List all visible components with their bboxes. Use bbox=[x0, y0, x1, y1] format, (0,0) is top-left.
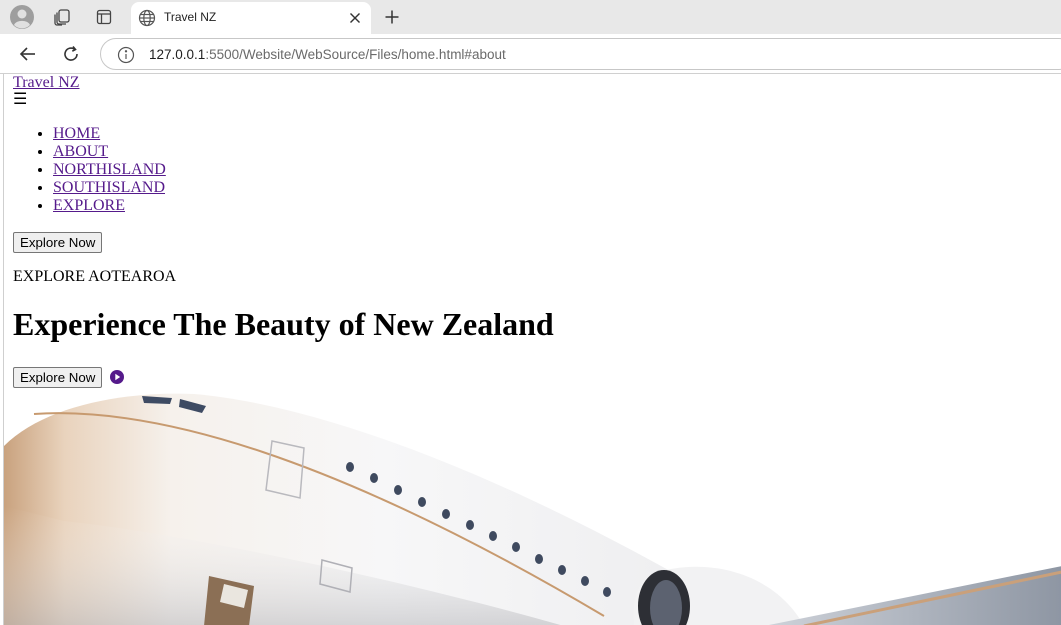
nav-item-southisland: SOUTHISLAND bbox=[53, 179, 166, 197]
nav-link-southisland[interactable]: SOUTHISLAND bbox=[53, 179, 165, 196]
play-video-link[interactable] bbox=[109, 369, 125, 385]
hero-explore-now-button[interactable]: Explore Now bbox=[13, 367, 103, 388]
browser-tab-active[interactable]: Travel NZ bbox=[131, 2, 371, 34]
nav-link-northisland[interactable]: NORTHISLAND bbox=[53, 161, 166, 178]
globe-icon bbox=[138, 9, 156, 27]
nav-item-home: HOME bbox=[53, 125, 166, 143]
collections-button[interactable] bbox=[48, 4, 76, 30]
menu-toggle-icon[interactable]: ☰ bbox=[13, 91, 27, 109]
back-button[interactable] bbox=[14, 40, 42, 68]
browser-toolbar: 127.0.0.1:5500/Website/WebSource/Files/h… bbox=[0, 34, 1061, 74]
nav-explore-now-button[interactable]: Explore Now bbox=[13, 232, 103, 253]
profile-icon bbox=[10, 5, 34, 29]
vertical-tabs-button[interactable] bbox=[90, 4, 118, 30]
url-host: 127.0.0.1 bbox=[149, 47, 206, 62]
nav-item-explore: EXPLORE bbox=[53, 197, 166, 215]
tab-title: Travel NZ bbox=[164, 10, 217, 24]
refresh-icon bbox=[64, 45, 78, 61]
vertical-tabs-icon bbox=[96, 9, 112, 25]
main-nav: HOME ABOUT NORTHISLAND SOUTHISLAND EXPLO… bbox=[13, 125, 166, 215]
hero-airplane-image bbox=[4, 393, 1061, 625]
info-icon[interactable] bbox=[117, 46, 135, 64]
refresh-button[interactable] bbox=[57, 40, 85, 68]
hero-title: Experience The Beauty of New Zealand bbox=[13, 306, 554, 342]
url-text[interactable]: 127.0.0.1:5500/Website/WebSource/Files/h… bbox=[149, 47, 506, 62]
nav-link-explore[interactable]: EXPLORE bbox=[53, 197, 125, 214]
play-circle-icon bbox=[110, 370, 124, 384]
url-path: :5500/Website/WebSource/Files/home.html#… bbox=[205, 47, 506, 62]
nav-item-northisland: NORTHISLAND bbox=[53, 161, 166, 179]
nav-link-home[interactable]: HOME bbox=[53, 125, 100, 142]
browser-tab-bar: Travel NZ bbox=[0, 0, 1061, 34]
hero-eyebrow: EXPLORE AOTEAROA bbox=[13, 268, 177, 285]
nav-link-about[interactable]: ABOUT bbox=[53, 143, 108, 160]
collections-icon bbox=[54, 9, 70, 26]
site-logo-link[interactable]: Travel NZ bbox=[13, 74, 80, 92]
nav-item-about: ABOUT bbox=[53, 143, 166, 161]
new-tab-button[interactable] bbox=[378, 4, 406, 30]
close-icon[interactable] bbox=[347, 10, 363, 26]
page-viewport: Travel NZ ☰ HOME ABOUT NORTHISLAND SOUTH… bbox=[3, 74, 1061, 625]
back-arrow-icon bbox=[19, 47, 35, 61]
plus-icon bbox=[385, 10, 399, 24]
profile-button[interactable] bbox=[8, 4, 36, 30]
address-bar[interactable]: 127.0.0.1:5500/Website/WebSource/Files/h… bbox=[100, 38, 1061, 70]
